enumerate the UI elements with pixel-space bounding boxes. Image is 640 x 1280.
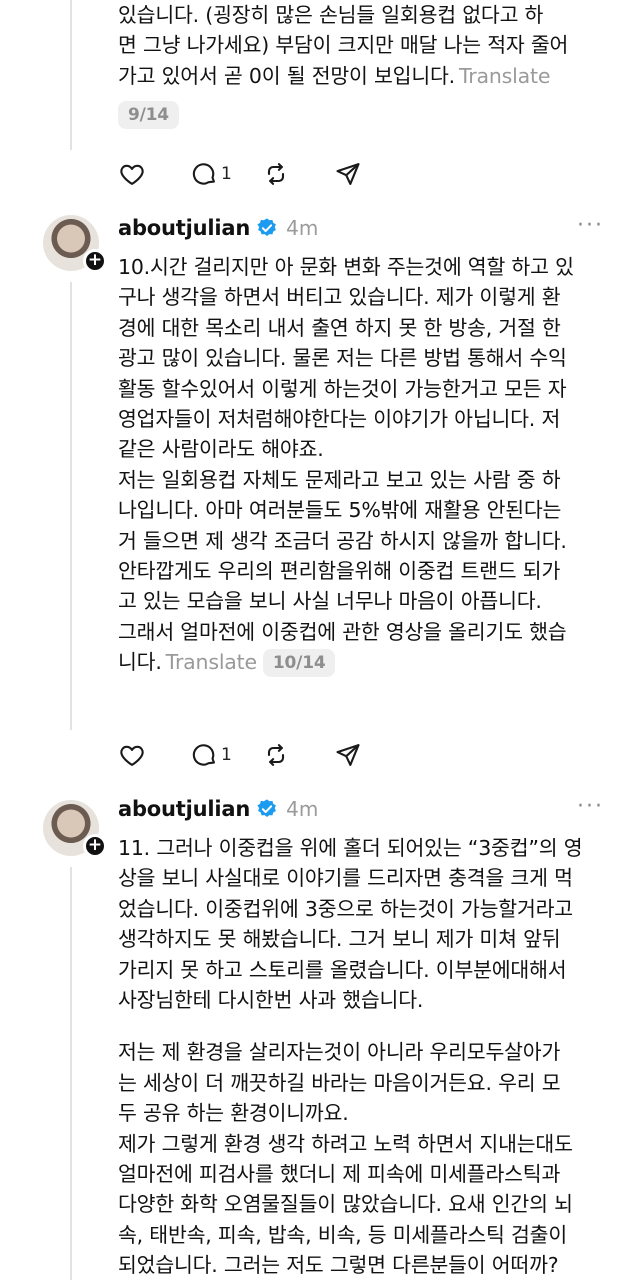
thread-counter: 10/14 [262,649,336,678]
threads-feed: 있습니다. (굉장히 많은 손님들 일회용컵 없다고 하 면 그냥 나가세요) … [0,0,640,1280]
post-paragraph: 저는 일회용컵 자체도 문제라고 보고 있는 사람 중 하 나입니다. 아마 여… [118,467,567,675]
follow-plus-icon[interactable]: + [83,834,107,858]
more-icon[interactable]: ··· [577,213,604,238]
translate-link[interactable]: Translate [459,64,550,88]
repost-icon [267,163,285,185]
reply-count: 1 [221,745,232,765]
reply-count: 1 [221,164,232,184]
send-icon [336,163,360,185]
heart-icon [120,745,144,766]
share-button[interactable] [334,739,406,771]
like-button[interactable] [118,739,190,771]
translate-link[interactable]: Translate [166,650,257,674]
repost-button[interactable] [262,158,334,190]
post-time: 4m [286,216,319,240]
like-button[interactable] [118,158,190,190]
thread-connector-line [70,0,72,150]
verified-badge-icon [257,799,276,817]
thread-connector-line [70,282,72,730]
reply-button[interactable]: 1 [190,158,262,190]
username[interactable]: aboutjulian [118,216,250,240]
thread-counter: 9/14 [118,101,179,130]
post-10-text: 10.시간 걸리지만 아 문화 변화 주는것에 역할 하고 있 구나 생각을 하… [118,252,598,678]
post-header: aboutjulian 4m [118,211,318,245]
post-9-actions: 1 [118,158,406,190]
post-header: aboutjulian 4m [118,792,318,826]
username[interactable]: aboutjulian [118,797,250,821]
heart-icon [120,164,144,185]
repost-icon [267,744,285,766]
comment-icon [192,163,215,185]
post-paragraph: 11. 그러나 이중컵을 위에 홀더 되어있는 “3중컵”의 영 상을 보니 사… [118,836,583,1013]
avatar[interactable]: + [43,215,107,273]
share-button[interactable] [334,158,406,190]
more-icon[interactable]: ··· [577,794,604,819]
post-9-text: 있습니다. (굉장히 많은 손님들 일회용컵 없다고 하 면 그냥 나가세요) … [118,0,598,130]
post-paragraph: 10.시간 걸리지만 아 문화 변화 주는것에 역할 하고 있 구나 생각을 하… [118,255,574,462]
post-10-actions: 1 [118,739,406,771]
post-time: 4m [286,797,319,821]
send-icon [336,744,360,766]
thread-connector-line [70,867,72,1280]
reply-button[interactable]: 1 [190,739,262,771]
verified-badge-icon [257,218,276,236]
comment-icon [192,744,215,766]
post-paragraph: 저는 제 환경을 살리자는것이 아니라 우리모두살아가 는 세상이 더 깨끗하길… [118,1040,573,1278]
repost-button[interactable] [262,739,334,771]
post-11-text: 11. 그러나 이중컵을 위에 홀더 되어있는 “3중컵”의 영 상을 보니 사… [118,833,598,1280]
avatar[interactable]: + [43,800,107,858]
follow-plus-icon[interactable]: + [83,249,107,273]
